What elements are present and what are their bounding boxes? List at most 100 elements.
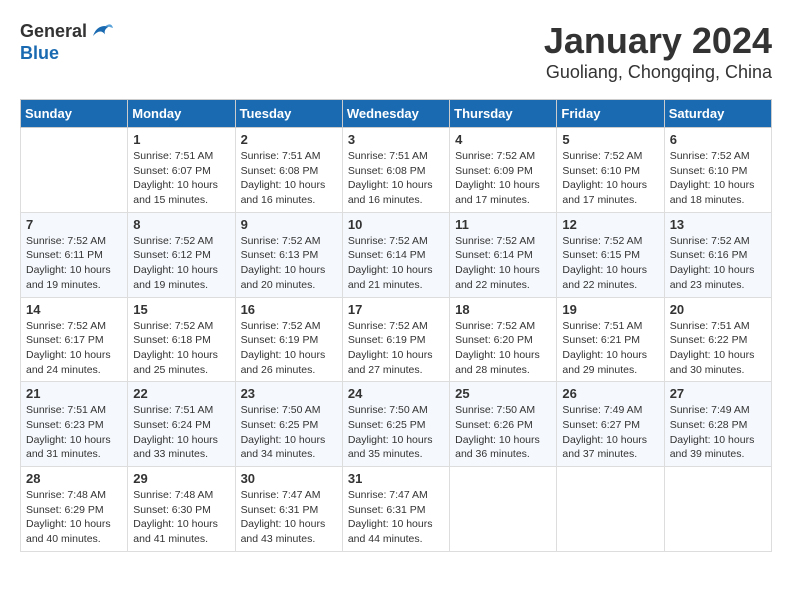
day-number: 4	[455, 132, 551, 147]
header-row: SundayMondayTuesdayWednesdayThursdayFrid…	[21, 100, 772, 128]
day-number: 14	[26, 302, 122, 317]
calendar-cell: 28Sunrise: 7:48 AM Sunset: 6:29 PM Dayli…	[21, 467, 128, 552]
calendar-cell: 26 Sunrise: 7:49 AM Sunset: 6:27 PM Dayli…	[557, 382, 664, 467]
day-info: Sunrise: 7:52 AM Sunset: 6:10 PM Dayligh…	[670, 149, 766, 208]
calendar-cell	[664, 467, 771, 552]
day-info: Sunrise: 7:52 AM Sunset: 6:19 PM Dayligh…	[348, 319, 444, 378]
day-number: 12	[562, 217, 658, 232]
calendar-cell: 22 Sunrise: 7:51 AM Sunset: 6:24 PM Dayli…	[128, 382, 235, 467]
day-info: Sunrise: 7:52 AM Sunset: 6:19 PM Dayligh…	[241, 319, 337, 378]
calendar-cell	[450, 467, 557, 552]
day-info: Sunrise: 7:51 AM Sunset: 6:07 PM Dayligh…	[133, 149, 229, 208]
day-number: 17	[348, 302, 444, 317]
day-number: 6	[670, 132, 766, 147]
week-row-2: 7Sunrise: 7:52 AM Sunset: 6:11 PM Daylig…	[21, 212, 772, 297]
day-info: Sunrise: 7:48 AM Sunset: 6:30 PM Dayligh…	[133, 488, 229, 547]
day-number: 22	[133, 386, 229, 401]
day-info: Sunrise: 7:52 AM Sunset: 6:18 PM Dayligh…	[133, 319, 229, 378]
day-info: Sunrise: 7:48 AM Sunset: 6:29 PM Dayligh…	[26, 488, 122, 547]
day-header-friday: Friday	[557, 100, 664, 128]
calendar-cell: 4 Sunrise: 7:52 AM Sunset: 6:09 PM Daylig…	[450, 128, 557, 213]
calendar-cell	[21, 128, 128, 213]
day-info: Sunrise: 7:49 AM Sunset: 6:27 PM Dayligh…	[562, 403, 658, 462]
day-info: Sunrise: 7:50 AM Sunset: 6:26 PM Dayligh…	[455, 403, 551, 462]
day-number: 27	[670, 386, 766, 401]
day-info: Sunrise: 7:52 AM Sunset: 6:17 PM Dayligh…	[26, 319, 122, 378]
day-number: 26	[562, 386, 658, 401]
week-row-3: 14 Sunrise: 7:52 AM Sunset: 6:17 PM Dayli…	[21, 297, 772, 382]
month-title: January 2024	[544, 20, 772, 62]
title-section: January 2024 Guoliang, Chongqing, China	[544, 20, 772, 83]
calendar-cell	[557, 467, 664, 552]
calendar-cell: 13 Sunrise: 7:52 AM Sunset: 6:16 PM Dayli…	[664, 212, 771, 297]
day-number: 29	[133, 471, 229, 486]
logo: General Blue	[20, 20, 113, 64]
day-number: 19	[562, 302, 658, 317]
day-info: Sunrise: 7:50 AM Sunset: 6:25 PM Dayligh…	[241, 403, 337, 462]
day-info: Sunrise: 7:52 AM Sunset: 6:20 PM Dayligh…	[455, 319, 551, 378]
day-number: 25	[455, 386, 551, 401]
day-number: 2	[241, 132, 337, 147]
calendar-cell: 19 Sunrise: 7:51 AM Sunset: 6:21 PM Dayli…	[557, 297, 664, 382]
day-info: Sunrise: 7:52 AM Sunset: 6:16 PM Dayligh…	[670, 234, 766, 293]
calendar-table: SundayMondayTuesdayWednesdayThursdayFrid…	[20, 99, 772, 552]
day-header-sunday: Sunday	[21, 100, 128, 128]
day-info: Sunrise: 7:52 AM Sunset: 6:14 PM Dayligh…	[455, 234, 551, 293]
day-number: 23	[241, 386, 337, 401]
location-subtitle: Guoliang, Chongqing, China	[544, 62, 772, 83]
day-info: Sunrise: 7:49 AM Sunset: 6:28 PM Dayligh…	[670, 403, 766, 462]
calendar-cell: 9 Sunrise: 7:52 AM Sunset: 6:13 PM Daylig…	[235, 212, 342, 297]
calendar-cell: 30Sunrise: 7:47 AM Sunset: 6:31 PM Dayli…	[235, 467, 342, 552]
day-info: Sunrise: 7:51 AM Sunset: 6:21 PM Dayligh…	[562, 319, 658, 378]
day-number: 10	[348, 217, 444, 232]
day-info: Sunrise: 7:50 AM Sunset: 6:25 PM Dayligh…	[348, 403, 444, 462]
day-info: Sunrise: 7:52 AM Sunset: 6:10 PM Dayligh…	[562, 149, 658, 208]
day-header-saturday: Saturday	[664, 100, 771, 128]
page-header: General Blue January 2024 Guoliang, Chon…	[20, 20, 772, 83]
logo-bird-icon	[89, 20, 113, 44]
day-number: 18	[455, 302, 551, 317]
calendar-cell: 15 Sunrise: 7:52 AM Sunset: 6:18 PM Dayli…	[128, 297, 235, 382]
day-number: 11	[455, 217, 551, 232]
calendar-cell: 24 Sunrise: 7:50 AM Sunset: 6:25 PM Dayli…	[342, 382, 449, 467]
week-row-1: 1 Sunrise: 7:51 AM Sunset: 6:07 PM Daylig…	[21, 128, 772, 213]
calendar-cell: 18 Sunrise: 7:52 AM Sunset: 6:20 PM Dayli…	[450, 297, 557, 382]
day-info: Sunrise: 7:52 AM Sunset: 6:15 PM Dayligh…	[562, 234, 658, 293]
calendar-cell: 27 Sunrise: 7:49 AM Sunset: 6:28 PM Dayli…	[664, 382, 771, 467]
day-number: 20	[670, 302, 766, 317]
day-number: 24	[348, 386, 444, 401]
calendar-cell: 31 Sunrise: 7:47 AM Sunset: 6:31 PM Dayli…	[342, 467, 449, 552]
day-number: 1	[133, 132, 229, 147]
calendar-cell: 23 Sunrise: 7:50 AM Sunset: 6:25 PM Dayli…	[235, 382, 342, 467]
day-info: Sunrise: 7:52 AM Sunset: 6:13 PM Dayligh…	[241, 234, 337, 293]
calendar-cell: 12 Sunrise: 7:52 AM Sunset: 6:15 PM Dayli…	[557, 212, 664, 297]
calendar-cell: 11 Sunrise: 7:52 AM Sunset: 6:14 PM Dayli…	[450, 212, 557, 297]
calendar-cell: 1 Sunrise: 7:51 AM Sunset: 6:07 PM Daylig…	[128, 128, 235, 213]
calendar-cell: 8Sunrise: 7:52 AM Sunset: 6:12 PM Daylig…	[128, 212, 235, 297]
week-row-4: 21Sunrise: 7:51 AM Sunset: 6:23 PM Dayli…	[21, 382, 772, 467]
calendar-cell: 14 Sunrise: 7:52 AM Sunset: 6:17 PM Dayli…	[21, 297, 128, 382]
day-info: Sunrise: 7:51 AM Sunset: 6:08 PM Dayligh…	[241, 149, 337, 208]
week-row-5: 28Sunrise: 7:48 AM Sunset: 6:29 PM Dayli…	[21, 467, 772, 552]
calendar-cell: 7Sunrise: 7:52 AM Sunset: 6:11 PM Daylig…	[21, 212, 128, 297]
day-number: 16	[241, 302, 337, 317]
day-number: 31	[348, 471, 444, 486]
calendar-cell: 21Sunrise: 7:51 AM Sunset: 6:23 PM Dayli…	[21, 382, 128, 467]
day-info: Sunrise: 7:47 AM Sunset: 6:31 PM Dayligh…	[348, 488, 444, 547]
day-info: Sunrise: 7:52 AM Sunset: 6:11 PM Dayligh…	[26, 234, 122, 293]
calendar-cell: 6 Sunrise: 7:52 AM Sunset: 6:10 PM Daylig…	[664, 128, 771, 213]
day-number: 9	[241, 217, 337, 232]
logo-blue-text: Blue	[20, 44, 113, 64]
day-info: Sunrise: 7:51 AM Sunset: 6:24 PM Dayligh…	[133, 403, 229, 462]
day-info: Sunrise: 7:52 AM Sunset: 6:12 PM Dayligh…	[133, 234, 229, 293]
calendar-cell: 16 Sunrise: 7:52 AM Sunset: 6:19 PM Dayli…	[235, 297, 342, 382]
day-number: 30	[241, 471, 337, 486]
calendar-cell: 20Sunrise: 7:51 AM Sunset: 6:22 PM Dayli…	[664, 297, 771, 382]
day-header-wednesday: Wednesday	[342, 100, 449, 128]
day-number: 15	[133, 302, 229, 317]
day-number: 13	[670, 217, 766, 232]
day-info: Sunrise: 7:51 AM Sunset: 6:23 PM Dayligh…	[26, 403, 122, 462]
calendar-cell: 3Sunrise: 7:51 AM Sunset: 6:08 PM Daylig…	[342, 128, 449, 213]
day-info: Sunrise: 7:52 AM Sunset: 6:09 PM Dayligh…	[455, 149, 551, 208]
day-header-thursday: Thursday	[450, 100, 557, 128]
